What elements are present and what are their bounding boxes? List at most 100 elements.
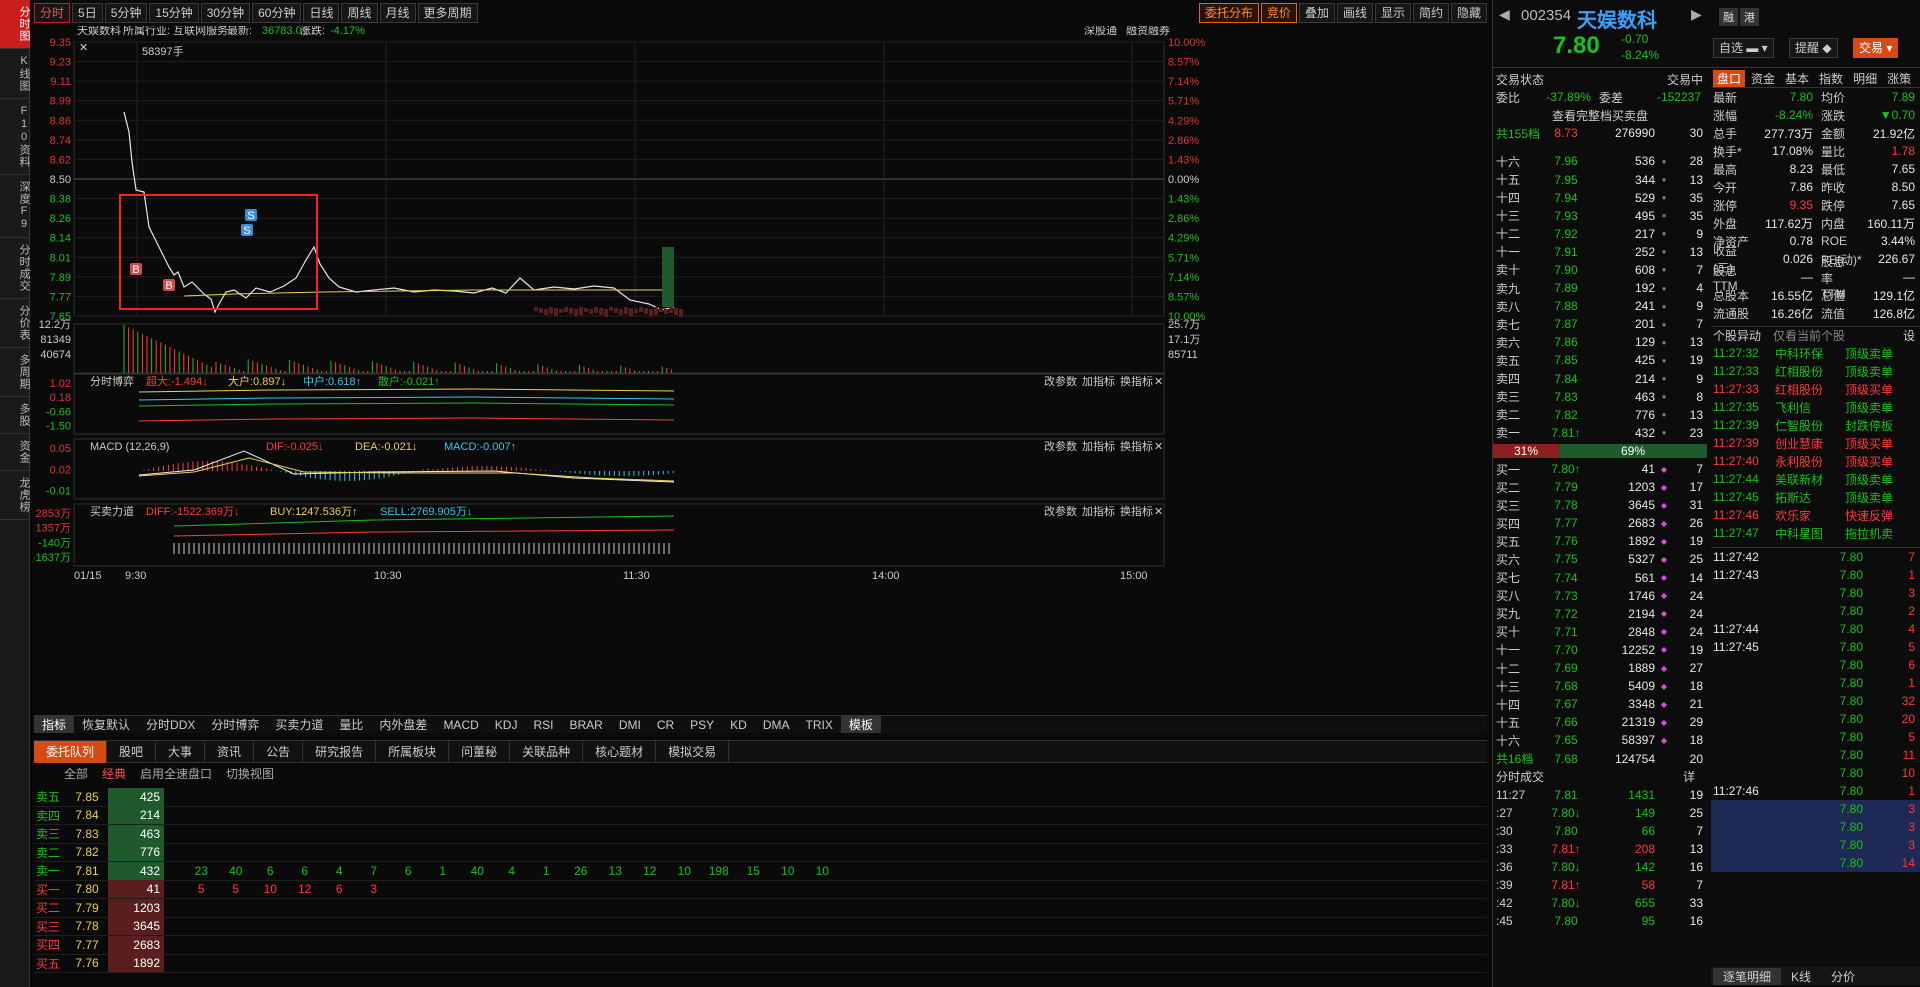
- indicator-tab-3[interactable]: 分时博弈: [203, 716, 267, 733]
- anomaly-row[interactable]: 11:27:39 仁智股份 封跌停板: [1711, 416, 1920, 434]
- queue-option-2[interactable]: 启用全速盘口: [140, 765, 212, 782]
- period-5[interactable]: 60分钟: [252, 3, 302, 23]
- indicator-tab-9[interactable]: RSI: [525, 718, 561, 732]
- tag-gang[interactable]: 港: [1740, 8, 1759, 26]
- toolbar-right-1[interactable]: 竞价: [1260, 3, 1297, 23]
- queue-option-3[interactable]: 切换视图: [226, 765, 274, 782]
- bottom-tab-7[interactable]: 问董秘: [449, 740, 511, 763]
- indicator-tab-14[interactable]: KD: [722, 718, 755, 732]
- indicator-tab-0[interactable]: 指标: [34, 716, 75, 733]
- sidebar-item-3[interactable]: 深度F9: [0, 175, 30, 238]
- quote-tab-3[interactable]: 指数: [1815, 70, 1847, 87]
- sidebar-item-1[interactable]: K线图: [0, 49, 30, 99]
- anomaly-row[interactable]: 11:27:40 永利股份 顶级买单: [1711, 452, 1920, 470]
- period-0[interactable]: 分时: [34, 3, 71, 23]
- quote-tab-1[interactable]: 资金: [1747, 70, 1779, 87]
- toolbar-right-3[interactable]: 画线: [1336, 3, 1373, 23]
- quote-tab-4[interactable]: 明细: [1849, 70, 1881, 87]
- anomaly-row[interactable]: 11:27:44 美联新材 顶级卖单: [1711, 470, 1920, 488]
- sidebar-item-5[interactable]: 分价表: [0, 299, 30, 348]
- period-1[interactable]: 5日: [72, 3, 103, 23]
- indicator-tab-5[interactable]: 量比: [331, 716, 371, 733]
- toolbar-right-0[interactable]: 委托分布: [1198, 3, 1259, 23]
- indicator-tab-8[interactable]: KDJ: [487, 718, 526, 732]
- anomaly-row[interactable]: 11:27:33 红相股份 顶级卖单: [1711, 362, 1920, 380]
- bottom-tab-4[interactable]: 公告: [254, 740, 304, 763]
- sidebar-item-9[interactable]: 龙虎榜: [0, 471, 30, 520]
- prev-stock-icon[interactable]: ◀: [1499, 6, 1510, 23]
- bottom-tab-9[interactable]: 核心题材: [583, 740, 657, 763]
- anomaly-row[interactable]: 11:27:46 欢乐家 快速反弹: [1711, 506, 1920, 524]
- tag-rong[interactable]: 融: [1719, 8, 1738, 26]
- rp-bottom-tab-0[interactable]: 逐笔明细: [1713, 967, 1782, 985]
- indicator-tab-12[interactable]: CR: [649, 718, 682, 732]
- anomaly-option[interactable]: 仅看当前个股: [1773, 327, 1903, 344]
- toolbar-right-6[interactable]: 隐藏: [1450, 3, 1487, 23]
- sidebar-item-4[interactable]: 分时成交: [0, 238, 30, 299]
- ticks-more-link[interactable]: 详: [1683, 768, 1703, 785]
- bottom-tab-1[interactable]: 股吧: [107, 740, 157, 763]
- chart-area[interactable]: 9.35 10.00% 9.23 8.57% 9.11 7.14% 8.99 5.71% 8.8…: [34, 26, 1487, 722]
- period-2[interactable]: 5分钟: [104, 3, 148, 23]
- bottom-tab-3[interactable]: 资讯: [205, 740, 255, 763]
- time-tick: 11:30: [623, 570, 650, 582]
- toolbar-right-4[interactable]: 显示: [1374, 3, 1411, 23]
- watchlist-button[interactable]: 自选 ▬ ▾: [1713, 38, 1774, 58]
- sidebar-item-6[interactable]: 多周期: [0, 348, 30, 397]
- indicator-tab-1[interactable]: 恢复默认: [74, 716, 138, 733]
- anomaly-row[interactable]: 11:27:47 中科星图 拖拉机卖: [1711, 524, 1920, 542]
- period-8[interactable]: 月线: [379, 3, 416, 23]
- rp-bottom-tab-1[interactable]: K线: [1781, 968, 1821, 985]
- quote-tab-0[interactable]: 盘口: [1713, 70, 1746, 87]
- ob-volume: 1746: [1628, 588, 1655, 603]
- anomaly-row[interactable]: 11:27:45 拓斯达 顶级卖单: [1711, 488, 1920, 506]
- sidebar-item-2[interactable]: F10资料: [0, 99, 30, 175]
- indicator-tab-7[interactable]: MACD: [435, 718, 486, 732]
- bottom-tab-2[interactable]: 大事: [156, 740, 206, 763]
- bottom-tab-5[interactable]: 研究报告: [303, 740, 377, 763]
- anomaly-row[interactable]: 11:27:39 创业慧康 顶级买单: [1711, 434, 1920, 452]
- ob-count: 19: [1689, 534, 1703, 549]
- anomaly-row[interactable]: 11:27:32 中科环保 顶级卖单: [1711, 344, 1920, 362]
- indicator-tab-4[interactable]: 买卖力道: [267, 716, 331, 733]
- indicator-tab-10[interactable]: BRAR: [561, 718, 610, 732]
- indicator-tab-15[interactable]: DMA: [755, 718, 798, 732]
- ob-buy-row: 十四 7.67 3348 ◆ 21: [1493, 695, 1707, 713]
- intraday-chart[interactable]: 9.35 10.00% 9.23 8.57% 9.11 7.14% 8.99 5.71% 8.8…: [34, 26, 1487, 716]
- bottom-tab-10[interactable]: 模拟交易: [656, 740, 730, 763]
- period-9[interactable]: 更多周期: [417, 3, 478, 23]
- trade-button[interactable]: 交易 ▾: [1853, 38, 1899, 58]
- anomaly-settings[interactable]: 设: [1903, 327, 1915, 344]
- bottom-tab-8[interactable]: 关联品种: [510, 740, 584, 763]
- alert-button[interactable]: 提醒 ◆: [1789, 38, 1838, 58]
- sidebar-item-8[interactable]: 资金: [0, 434, 30, 471]
- next-stock-icon[interactable]: ▶: [1691, 6, 1702, 23]
- anomaly-row[interactable]: 11:27:35 飞利信 顶级卖单: [1711, 398, 1920, 416]
- panel1-value: 超大:-1.494↓: [146, 374, 208, 388]
- anomaly-row[interactable]: 11:27:33 红相股份 顶级买单: [1711, 380, 1920, 398]
- period-3[interactable]: 15分钟: [149, 3, 199, 23]
- tick-price: 7.80↓: [1551, 860, 1581, 875]
- sidebar-item-7[interactable]: 多股: [0, 397, 30, 434]
- period-6[interactable]: 日线: [303, 3, 340, 23]
- toolbar-right-2[interactable]: 叠加: [1298, 3, 1335, 23]
- bottom-tab-0[interactable]: 委托队列: [34, 740, 108, 763]
- sidebar-item-0[interactable]: 分时图: [0, 0, 30, 49]
- queue-option-1[interactable]: 经典: [102, 765, 126, 782]
- ob-dot-icon: ●: [1661, 193, 1667, 203]
- period-4[interactable]: 30分钟: [200, 3, 251, 23]
- indicator-tab-17[interactable]: 模板: [840, 716, 881, 733]
- indicator-tab-2[interactable]: 分时DDX: [138, 716, 203, 733]
- indicator-tab-11[interactable]: DMI: [611, 718, 649, 732]
- quote-tab-5[interactable]: 涨策: [1883, 70, 1915, 87]
- indicator-tab-16[interactable]: TRIX: [798, 718, 841, 732]
- rp-bottom-tab-2[interactable]: 分价: [1821, 968, 1865, 985]
- full-book-link[interactable]: 查看完整档买卖盘: [1493, 107, 1707, 124]
- queue-option-0[interactable]: 全部: [64, 765, 88, 782]
- indicator-tab-6[interactable]: 内外盘差: [371, 716, 435, 733]
- toolbar-right-5[interactable]: 简约: [1412, 3, 1449, 23]
- period-7[interactable]: 周线: [341, 3, 378, 23]
- indicator-tab-13[interactable]: PSY: [682, 718, 722, 732]
- bottom-tab-6[interactable]: 所属板块: [376, 740, 450, 763]
- quote-tab-2[interactable]: 基本: [1781, 70, 1813, 87]
